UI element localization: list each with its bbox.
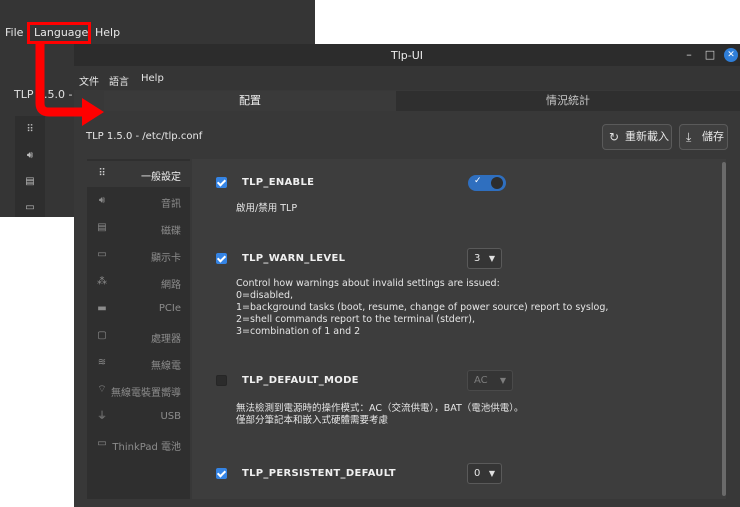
save-button[interactable]: ⤓ 儲存 xyxy=(679,124,728,150)
sidebar-item-label: PCIe xyxy=(158,303,181,314)
dropdown-value: 3 xyxy=(474,253,481,264)
sidebar-item-label: 無線電裝置嚮導 xyxy=(111,388,181,399)
close-button[interactable]: ✕ xyxy=(724,48,738,62)
menu-language[interactable]: 語言 xyxy=(109,73,129,88)
setting-name: TLP_ENABLE xyxy=(242,177,315,188)
tlp-ui-window: Tlp-UI – □ ✕ 文件 語言 Help 配置 情況統計 TLP 1.5.… xyxy=(74,44,740,507)
sidebar-item-usb[interactable]: ⏚ USB xyxy=(87,404,190,430)
persistent-default-dropdown[interactable]: 0 ▼ xyxy=(467,463,502,484)
caret-down-icon: ▼ xyxy=(488,469,495,478)
reload-button-label: 重新載入 xyxy=(625,130,669,143)
grid-icon: ⠿ xyxy=(26,124,34,135)
caret-down-icon: ▼ xyxy=(488,254,495,263)
tlp-persistent-default-checkbox[interactable] xyxy=(216,468,227,479)
reload-icon: ↻ xyxy=(609,130,620,144)
disk-icon: ▤ xyxy=(97,222,107,233)
pcie-card-icon: ▬ xyxy=(97,303,107,314)
check-icon: ✓ xyxy=(474,176,482,186)
sidebar-item-pcie[interactable]: ▬ PCIe xyxy=(87,296,190,322)
default-mode-dropdown[interactable]: AC ▼ xyxy=(467,370,513,391)
menu-help[interactable]: Help xyxy=(141,73,164,84)
sidebar-item-label: ThinkPad 電池 xyxy=(112,442,181,453)
tlp-warn-level-checkbox[interactable] xyxy=(216,253,227,264)
screenshot-stage: File Language Help TLP 1.5.0 - /e ⠿ 🔊︎ ▤… xyxy=(0,0,740,507)
sidebar-item-label: 音訊 xyxy=(161,199,181,210)
toggle-knob xyxy=(491,177,503,189)
tlp-enable-toggle[interactable]: ✓ xyxy=(468,175,506,191)
menu-file[interactable]: 文件 xyxy=(79,73,99,88)
sidebar-item-radio-device-wizard[interactable]: ⌔ 無線電裝置嚮導 xyxy=(87,377,190,403)
reload-button[interactable]: ↻ 重新載入 xyxy=(602,124,672,150)
sidebar-item-label: 磁碟 xyxy=(161,226,181,237)
tab-configuration[interactable]: 配置 xyxy=(104,91,396,111)
menu-help[interactable]: Help xyxy=(95,26,120,39)
sidebar-item-thinkpad-battery[interactable]: ▭ ThinkPad 電池 xyxy=(87,431,190,457)
menubar: 文件 語言 Help xyxy=(74,66,740,90)
background-sidebar: ⠿ 🔊︎ ▤ ▭ xyxy=(15,116,45,217)
sidebar-item-radio[interactable]: ≋ 無線電 xyxy=(87,350,190,376)
sidebar-item-label: 處理器 xyxy=(151,334,181,345)
sidebar-item-label: 一般設定 xyxy=(141,172,181,183)
menu-file[interactable]: File xyxy=(5,26,23,39)
dropdown-value: 0 xyxy=(474,468,481,479)
network-icon: ⁂ xyxy=(97,276,107,287)
monitor-icon: ▭ xyxy=(97,249,107,260)
warn-level-dropdown[interactable]: 3 ▼ xyxy=(467,248,502,269)
setting-description: Control how warnings about invalid setti… xyxy=(236,278,609,337)
setting-description: 無法檢測到電源時的操作模式：AC（交流供電），BAT（電池供電）。 僅部分筆記本… xyxy=(236,403,524,426)
speaker-icon: 🔊︎ xyxy=(26,150,34,161)
settings-panel: TLP_ENABLE 啟用/禁用 TLP TLP_WARN_LEVEL 3 ▼ … xyxy=(192,159,726,499)
sidebar-item-label: 無線電 xyxy=(151,361,181,372)
language-highlight-box xyxy=(27,22,91,44)
tlp-default-mode-checkbox[interactable] xyxy=(216,375,227,386)
version-label: TLP 1.5.0 - /etc/tlp.conf xyxy=(86,131,203,142)
monitor-icon: ▭ xyxy=(25,202,35,213)
minimize-button[interactable]: – xyxy=(682,48,696,62)
radio-device-wizard-icon: ⌔ xyxy=(97,384,107,395)
sidebar-item-network[interactable]: ⁂ 網路 xyxy=(87,269,190,295)
caret-down-icon: ▼ xyxy=(499,376,506,385)
sidebar-item-audio[interactable]: 🔊︎ 音訊 xyxy=(87,188,190,214)
wifi-icon: ≋ xyxy=(97,357,107,368)
usb-icon: ⏚ xyxy=(97,411,107,422)
setting-name: TLP_WARN_LEVEL xyxy=(242,253,346,264)
sidebar-item-label: USB xyxy=(160,411,181,422)
dropdown-value: AC xyxy=(474,375,488,386)
sidebar-item-label: 顯示卡 xyxy=(151,253,181,264)
maximize-button[interactable]: □ xyxy=(703,48,717,62)
download-icon: ⤓ xyxy=(686,130,692,144)
tab-statistics[interactable]: 情況統計 xyxy=(396,91,740,111)
grid-icon: ⠿ xyxy=(98,168,106,179)
battery-icon: ▭ xyxy=(97,438,107,449)
setting-name: TLP_DEFAULT_MODE xyxy=(242,375,359,386)
speaker-icon: 🔊︎ xyxy=(98,195,106,206)
scrollbar-thumb[interactable] xyxy=(722,162,726,496)
tab-bar: 配置 情況統計 xyxy=(104,91,740,111)
disk-icon: ▤ xyxy=(25,176,35,187)
sidebar-item-disk[interactable]: ▤ 磁碟 xyxy=(87,215,190,241)
setting-name: TLP_PERSISTENT_DEFAULT xyxy=(242,468,396,479)
cpu-icon: ▢ xyxy=(97,330,107,341)
sidebar-item-processor[interactable]: ▢ 處理器 xyxy=(87,323,190,349)
category-sidebar: ⠿ 一般設定 🔊︎ 音訊 ▤ 磁碟 ▭ 顯示卡 ⁂ 網路 ▬ PCIe ▢ 處理… xyxy=(87,159,190,499)
sidebar-item-graphics[interactable]: ▭ 顯示卡 xyxy=(87,242,190,268)
tlp-enable-checkbox[interactable] xyxy=(216,177,227,188)
sidebar-item-general[interactable]: ⠿ 一般設定 xyxy=(87,161,190,187)
title-bar: Tlp-UI – □ ✕ xyxy=(74,44,740,66)
sidebar-item-label: 網路 xyxy=(161,280,181,291)
save-button-label: 儲存 xyxy=(702,130,724,143)
window-title: Tlp-UI xyxy=(390,49,424,62)
setting-description: 啟用/禁用 TLP xyxy=(236,203,298,214)
